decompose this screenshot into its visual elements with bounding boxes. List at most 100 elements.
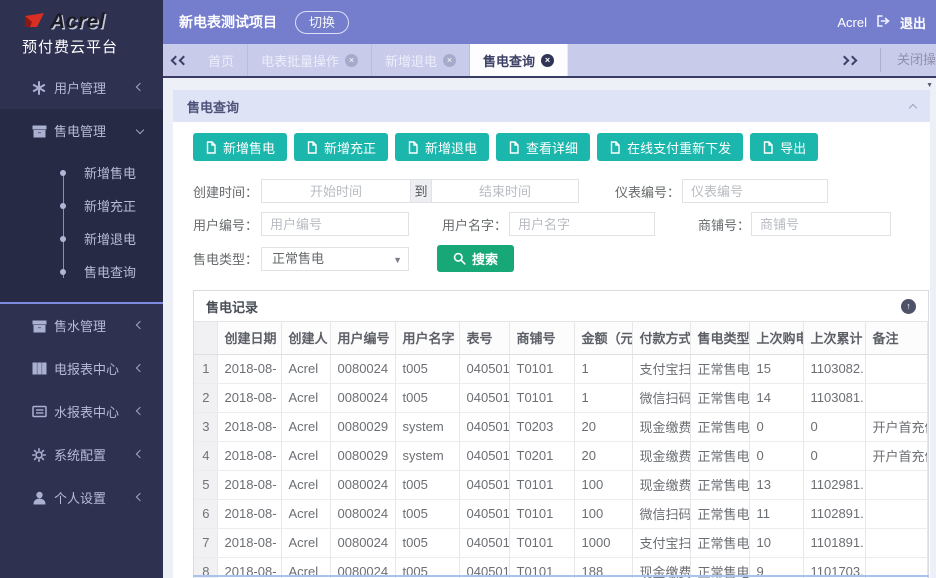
meter-no-label: 仪表编号： bbox=[615, 182, 677, 201]
online-pay-resend-button[interactable]: 在线支付重新下发 bbox=[597, 133, 743, 161]
subitem-label: 新增退电 bbox=[84, 229, 136, 248]
switch-project-button[interactable]: 切换 bbox=[295, 11, 349, 34]
tab-sale-query[interactable]: 售电查询 × bbox=[470, 44, 568, 76]
logout-button[interactable]: 退出 bbox=[900, 13, 926, 32]
table-cell bbox=[865, 383, 928, 412]
sale-type-label: 售电类型： bbox=[193, 249, 256, 268]
row-index: 7 bbox=[194, 528, 217, 557]
collapse-chevron-icon[interactable] bbox=[909, 104, 917, 112]
button-label: 搜索 bbox=[472, 249, 498, 268]
table-cell: 0080024 bbox=[330, 354, 395, 383]
table-cell: 04050102 bbox=[459, 441, 509, 470]
button-label: 新增充正 bbox=[324, 138, 376, 157]
record-table-body: 12018-08-Acrel0080024t00504050101T01011支… bbox=[194, 354, 928, 578]
new-recharge-button[interactable]: 新增充正 bbox=[294, 133, 388, 161]
column-header: 付款方式 bbox=[632, 322, 690, 354]
sidebar-item-electric-report[interactable]: 电报表中心 bbox=[0, 347, 163, 390]
gear-icon bbox=[31, 447, 47, 463]
table-cell: Acrel bbox=[281, 412, 330, 441]
sidebar-item-personal-settings[interactable]: 个人设置 bbox=[0, 476, 163, 519]
close-icon[interactable]: × bbox=[443, 54, 456, 67]
table-cell: T0201 bbox=[509, 441, 574, 470]
sidebar-item-water-report[interactable]: 水报表中心 bbox=[0, 390, 163, 433]
table-cell: 0 bbox=[803, 412, 865, 441]
table-row[interactable]: 22018-08-Acrel0080024t00504050101T01011微… bbox=[194, 383, 928, 412]
export-button[interactable]: 导出 bbox=[750, 133, 818, 161]
button-label: 在线支付重新下发 bbox=[627, 138, 731, 157]
column-header: 金额（元 bbox=[574, 322, 632, 354]
tab-label: 首页 bbox=[208, 51, 234, 70]
table-cell: t005 bbox=[395, 383, 459, 412]
scrollbar-arrow-icon[interactable]: ▼ bbox=[926, 82, 933, 89]
column-header: 用户编号 bbox=[330, 322, 395, 354]
sale-management-submenu: 新增售电 新增充正 新增退电 售电查询 bbox=[0, 152, 163, 294]
table-row[interactable]: 52018-08-Acrel0080024t00504050101T010110… bbox=[194, 470, 928, 499]
table-cell: 1102981. bbox=[803, 470, 865, 499]
button-label: 新增退电 bbox=[425, 138, 477, 157]
tab-new-refund[interactable]: 新增退电 × bbox=[372, 44, 470, 76]
end-time-input[interactable] bbox=[431, 179, 579, 203]
tabs-scroll-left-button[interactable] bbox=[163, 44, 195, 76]
records-header: 售电记录 ↑ bbox=[194, 291, 928, 322]
table-cell: 正常售电 bbox=[690, 499, 749, 528]
table-row[interactable]: 12018-08-Acrel0080024t00504050101T01011支… bbox=[194, 354, 928, 383]
sidebar-item-user-management[interactable]: 用户管理 bbox=[0, 66, 163, 109]
table-cell: T0101 bbox=[509, 470, 574, 499]
table-cell bbox=[865, 470, 928, 499]
tab-label: 新增退电 bbox=[385, 51, 437, 70]
table-cell: 04050102 bbox=[459, 412, 509, 441]
topbar: 新电表测试项目 切换 Acrel 退出 bbox=[163, 0, 936, 44]
table-row[interactable]: 62018-08-Acrel0080024t00504050101T010110… bbox=[194, 499, 928, 528]
collapse-up-icon[interactable]: ↑ bbox=[901, 299, 916, 314]
shop-no-input[interactable] bbox=[751, 212, 891, 236]
sale-query-panel: 售电查询 新增售电 新增充正 新增退电 bbox=[173, 90, 930, 578]
table-cell: 1 bbox=[574, 383, 632, 412]
sidebar-item-water-sale[interactable]: 售水管理 bbox=[0, 304, 163, 347]
horizontal-scrollbar[interactable] bbox=[193, 575, 929, 577]
table-cell: 04050101 bbox=[459, 354, 509, 383]
user-no-input[interactable] bbox=[261, 212, 409, 236]
close-operations-menu[interactable]: 关闭操作 bbox=[897, 44, 936, 76]
table-row[interactable]: 72018-08-Acrel0080024t00504050101T010110… bbox=[194, 528, 928, 557]
new-sale-button[interactable]: 新增售电 bbox=[193, 133, 287, 161]
search-button[interactable]: 搜索 bbox=[437, 245, 514, 272]
meter-no-input[interactable] bbox=[682, 179, 828, 203]
search-form: 创建时间： 到 仪表编号： 用户编号： 用户名字： 商铺号： bbox=[193, 179, 930, 272]
close-icon[interactable]: × bbox=[345, 54, 358, 67]
row-index: 4 bbox=[194, 441, 217, 470]
table-cell: T0101 bbox=[509, 528, 574, 557]
tab-meter-batch[interactable]: 电表批量操作 × bbox=[248, 44, 372, 76]
sidebar-subitem-new-recharge[interactable]: 新增充正 bbox=[0, 189, 163, 222]
logout-icon[interactable] bbox=[876, 14, 891, 31]
sidebar-subitem-new-refund[interactable]: 新增退电 bbox=[0, 222, 163, 255]
tab-home[interactable]: 首页 bbox=[195, 44, 248, 76]
column-header: 创建日期 bbox=[217, 322, 281, 354]
user-name-input[interactable] bbox=[509, 212, 655, 236]
subitem-label: 新增售电 bbox=[84, 163, 136, 182]
columns-icon bbox=[31, 361, 47, 377]
panel-header: 售电查询 bbox=[173, 90, 930, 122]
tabs-scroll-right-button[interactable] bbox=[841, 44, 856, 76]
sidebar-subitem-sale-query[interactable]: 售电查询 bbox=[0, 255, 163, 288]
sale-type-value: 正常售电 bbox=[272, 251, 324, 266]
sale-type-select[interactable]: 正常售电 ▼ bbox=[261, 247, 409, 271]
table-cell: system bbox=[395, 412, 459, 441]
sidebar-item-label: 水报表中心 bbox=[54, 402, 119, 421]
sidebar-item-system-config[interactable]: 系统配置 bbox=[0, 433, 163, 476]
table-row[interactable]: 42018-08-Acrel0080029system04050102T0201… bbox=[194, 441, 928, 470]
tab-label: 电表批量操作 bbox=[261, 51, 339, 70]
table-row[interactable]: 32018-08-Acrel0080029system04050102T0203… bbox=[194, 412, 928, 441]
table-cell: T0203 bbox=[509, 412, 574, 441]
table-cell: t005 bbox=[395, 470, 459, 499]
new-refund-button[interactable]: 新增退电 bbox=[395, 133, 489, 161]
table-cell: 2018-08- bbox=[217, 412, 281, 441]
table-cell: 2018-08- bbox=[217, 441, 281, 470]
start-time-input[interactable] bbox=[261, 179, 411, 203]
view-detail-button[interactable]: 查看详细 bbox=[496, 133, 590, 161]
file-icon bbox=[508, 141, 520, 154]
close-icon[interactable]: × bbox=[541, 54, 554, 67]
table-cell: 10 bbox=[749, 528, 803, 557]
sidebar-item-sale-management[interactable]: 售电管理 bbox=[0, 109, 163, 152]
sidebar-subitem-new-sale[interactable]: 新增售电 bbox=[0, 156, 163, 189]
create-time-label: 创建时间： bbox=[193, 182, 256, 201]
